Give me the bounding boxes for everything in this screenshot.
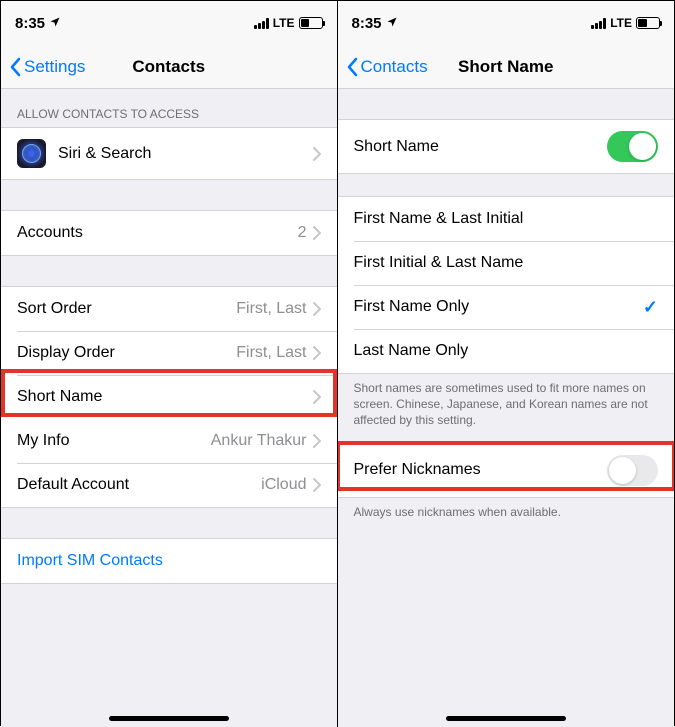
row-label: Short Name <box>354 138 608 156</box>
row-label: Sort Order <box>17 300 236 318</box>
option-first-initial-last[interactable]: First Initial & Last Name <box>338 241 675 285</box>
battery-icon <box>299 17 323 29</box>
row-label: Short Name <box>17 388 313 406</box>
back-button[interactable]: Contacts <box>338 57 428 77</box>
display-order-row[interactable]: Display Order First, Last <box>1 331 337 375</box>
row-label: Default Account <box>17 476 261 494</box>
chevron-right-icon <box>313 478 321 492</box>
import-sim-row[interactable]: Import SIM Contacts <box>1 539 337 583</box>
row-label: Accounts <box>17 224 298 242</box>
back-label: Settings <box>24 57 85 77</box>
status-bar: 8:35 LTE <box>338 1 675 45</box>
option-first-last-initial[interactable]: First Name & Last Initial <box>338 197 675 241</box>
chevron-right-icon <box>313 226 321 240</box>
option-first-name-only[interactable]: First Name Only ✓ <box>338 285 675 329</box>
signal-icon <box>591 18 606 29</box>
row-value: Ankur Thakur <box>211 432 307 450</box>
back-label: Contacts <box>361 57 428 77</box>
row-label: Import SIM Contacts <box>17 552 321 570</box>
row-value: 2 <box>298 224 307 242</box>
row-label: Last Name Only <box>354 342 659 360</box>
row-value: First, Last <box>236 344 306 362</box>
short-name-row[interactable]: Short Name <box>1 375 337 419</box>
row-label: My Info <box>17 432 211 450</box>
home-indicator[interactable] <box>109 716 229 721</box>
accounts-row[interactable]: Accounts 2 <box>1 211 337 255</box>
section-footer: Short names are sometimes used to fit mo… <box>338 374 675 437</box>
prefer-nicknames-toggle[interactable] <box>607 455 658 486</box>
checkmark-icon: ✓ <box>643 297 658 318</box>
screen-contacts-settings: 8:35 LTE Settings Contacts ALLOW CONTACT… <box>1 1 338 727</box>
chevron-right-icon <box>313 434 321 448</box>
chevron-right-icon <box>313 390 321 404</box>
row-label: Siri & Search <box>58 145 313 163</box>
row-label: First Name Only <box>354 298 643 316</box>
status-time: 8:35 <box>15 15 45 32</box>
network-label: LTE <box>273 16 295 30</box>
battery-icon <box>636 17 660 29</box>
short-name-toggle[interactable] <box>607 131 658 162</box>
status-bar: 8:35 LTE <box>1 1 337 45</box>
screen-short-name: 8:35 LTE Contacts Short Name Short Name <box>338 1 675 727</box>
row-label: Prefer Nicknames <box>354 461 608 479</box>
nav-bar: Settings Contacts <box>1 45 337 89</box>
signal-icon <box>254 18 269 29</box>
my-info-row[interactable]: My Info Ankur Thakur <box>1 419 337 463</box>
short-name-toggle-row[interactable]: Short Name <box>338 120 675 173</box>
section-footer: Always use nicknames when available. <box>338 498 675 528</box>
chevron-right-icon <box>313 302 321 316</box>
content-scroll[interactable]: ALLOW CONTACTS TO ACCESS Siri & Search A… <box>1 89 337 727</box>
content-scroll[interactable]: Short Name First Name & Last Initial Fir… <box>338 89 675 727</box>
home-indicator[interactable] <box>446 716 566 721</box>
row-value: iCloud <box>261 476 306 494</box>
location-icon <box>49 15 61 32</box>
siri-search-row[interactable]: Siri & Search <box>1 128 337 179</box>
back-button[interactable]: Settings <box>1 57 85 77</box>
chevron-left-icon <box>346 57 358 77</box>
chevron-left-icon <box>9 57 21 77</box>
row-label: First Name & Last Initial <box>354 210 659 228</box>
nav-bar: Contacts Short Name <box>338 45 675 89</box>
row-label: First Initial & Last Name <box>354 254 659 272</box>
siri-icon <box>17 139 46 168</box>
row-value: First, Last <box>236 300 306 318</box>
option-last-name-only[interactable]: Last Name Only <box>338 329 675 373</box>
section-header: ALLOW CONTACTS TO ACCESS <box>1 89 337 127</box>
network-label: LTE <box>610 16 632 30</box>
chevron-right-icon <box>313 346 321 360</box>
prefer-nicknames-row[interactable]: Prefer Nicknames <box>338 444 675 497</box>
sort-order-row[interactable]: Sort Order First, Last <box>1 287 337 331</box>
chevron-right-icon <box>313 147 321 161</box>
status-time: 8:35 <box>352 15 382 32</box>
default-account-row[interactable]: Default Account iCloud <box>1 463 337 507</box>
location-icon <box>386 15 398 32</box>
row-label: Display Order <box>17 344 236 362</box>
